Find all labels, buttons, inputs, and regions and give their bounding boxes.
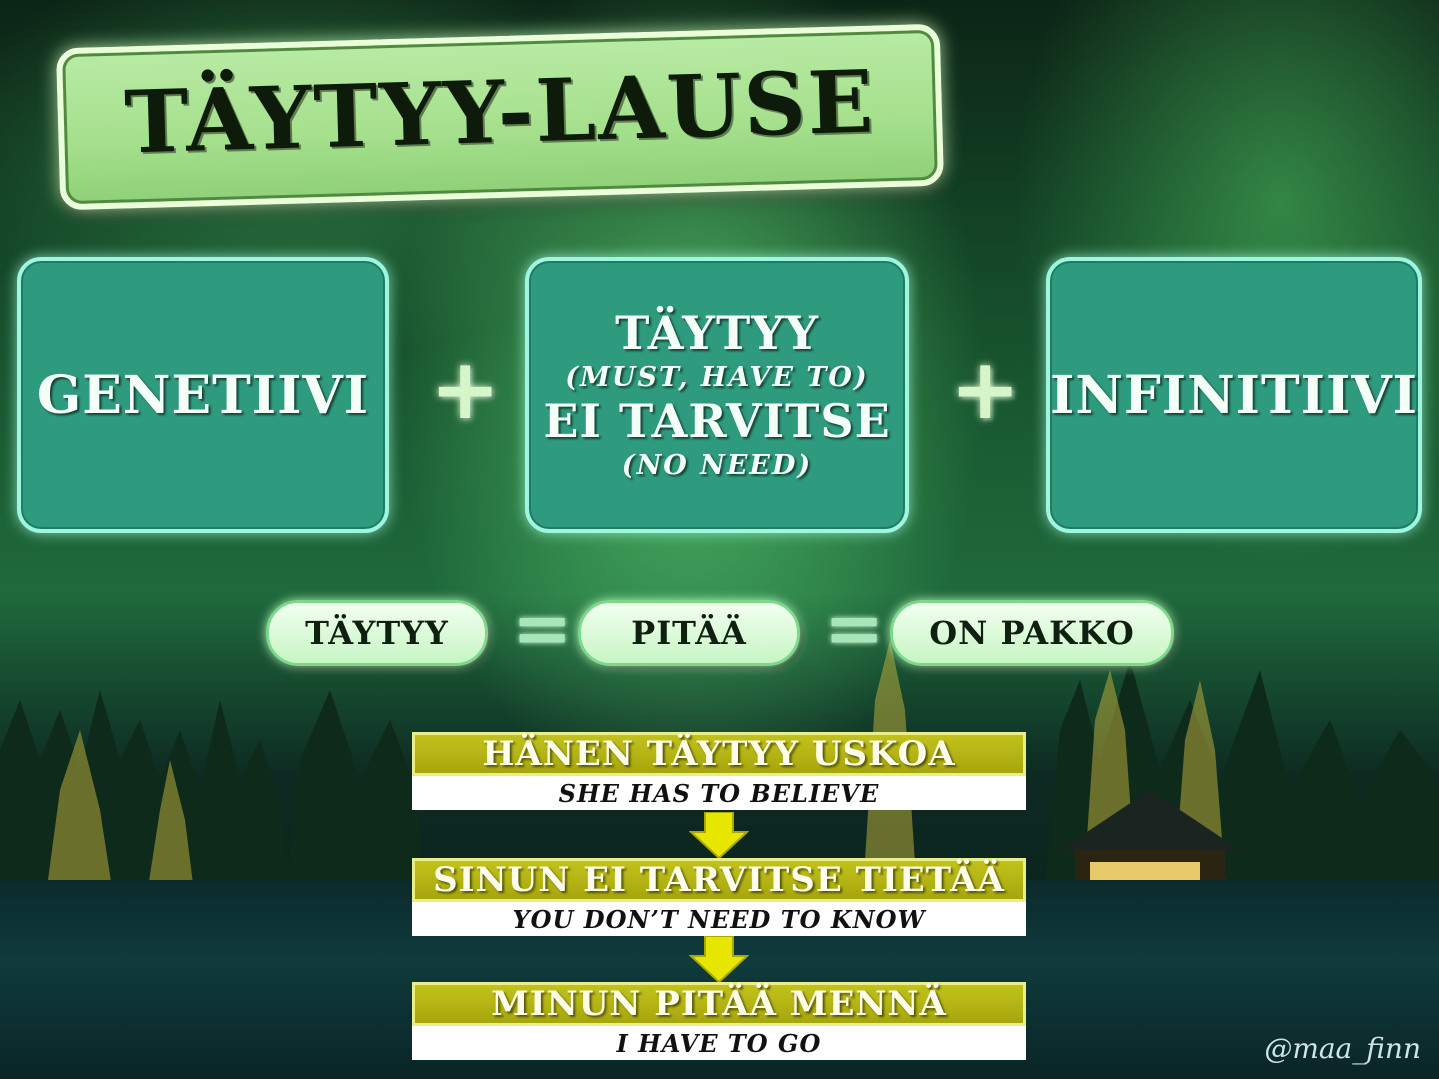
plus-icon: +	[430, 340, 501, 438]
genitive-label: GENETIIVI	[36, 364, 370, 426]
title-banner: TÄYTYY-LAUSE	[55, 23, 945, 211]
example-3-english: I HAVE TO GO	[412, 1026, 1026, 1060]
equivalent-pill-pitaa: PITÄÄ	[578, 600, 800, 666]
plus-icon: +	[950, 340, 1021, 438]
example-2-english: YOU DON’T NEED TO KNOW	[412, 902, 1026, 936]
equals-icon: =	[512, 586, 573, 670]
down-arrow-icon	[689, 812, 749, 860]
infographic-canvas: TÄYTYY-LAUSE GENETIIVI + TÄYTYY (MUST, H…	[0, 0, 1439, 1079]
verb-box: TÄYTYY (MUST, HAVE TO) EI TARVITSE (NO N…	[525, 257, 909, 533]
infinitive-label: INFINITIIVI	[1050, 364, 1418, 426]
equivalent-pill-taytyy: TÄYTYY	[266, 600, 488, 666]
example-1-finnish: HÄNEN TÄYTYY USKOA	[412, 732, 1026, 776]
example-3-finnish: MINUN PITÄÄ MENNÄ	[412, 982, 1026, 1026]
down-arrow-icon	[689, 936, 749, 984]
genitive-box: GENETIIVI	[17, 257, 389, 533]
infinitive-box: INFINITIIVI	[1046, 257, 1422, 533]
equals-icon: =	[824, 586, 885, 670]
watermark: @maa_finn	[1264, 1032, 1421, 1065]
equivalent-pill-on-pakko: ON PAKKO	[890, 600, 1174, 666]
example-1-english: SHE HAS TO BELIEVE	[412, 776, 1026, 810]
verb-taytyy-label: TÄYTYY	[615, 306, 819, 361]
example-2: SINUN EI TARVITSE TIETÄÄ YOU DON’T NEED …	[412, 858, 1026, 936]
verb-taytyy-gloss: (MUST, HAVE TO)	[565, 361, 869, 393]
page-title: TÄYTYY-LAUSE	[123, 51, 877, 174]
verb-ei-tarvitse-gloss: (NO NEED)	[621, 449, 813, 481]
example-1: HÄNEN TÄYTYY USKOA SHE HAS TO BELIEVE	[412, 732, 1026, 810]
example-2-finnish: SINUN EI TARVITSE TIETÄÄ	[412, 858, 1026, 902]
verb-ei-tarvitse-label: EI TARVITSE	[543, 394, 891, 448]
example-3: MINUN PITÄÄ MENNÄ I HAVE TO GO	[412, 982, 1026, 1060]
